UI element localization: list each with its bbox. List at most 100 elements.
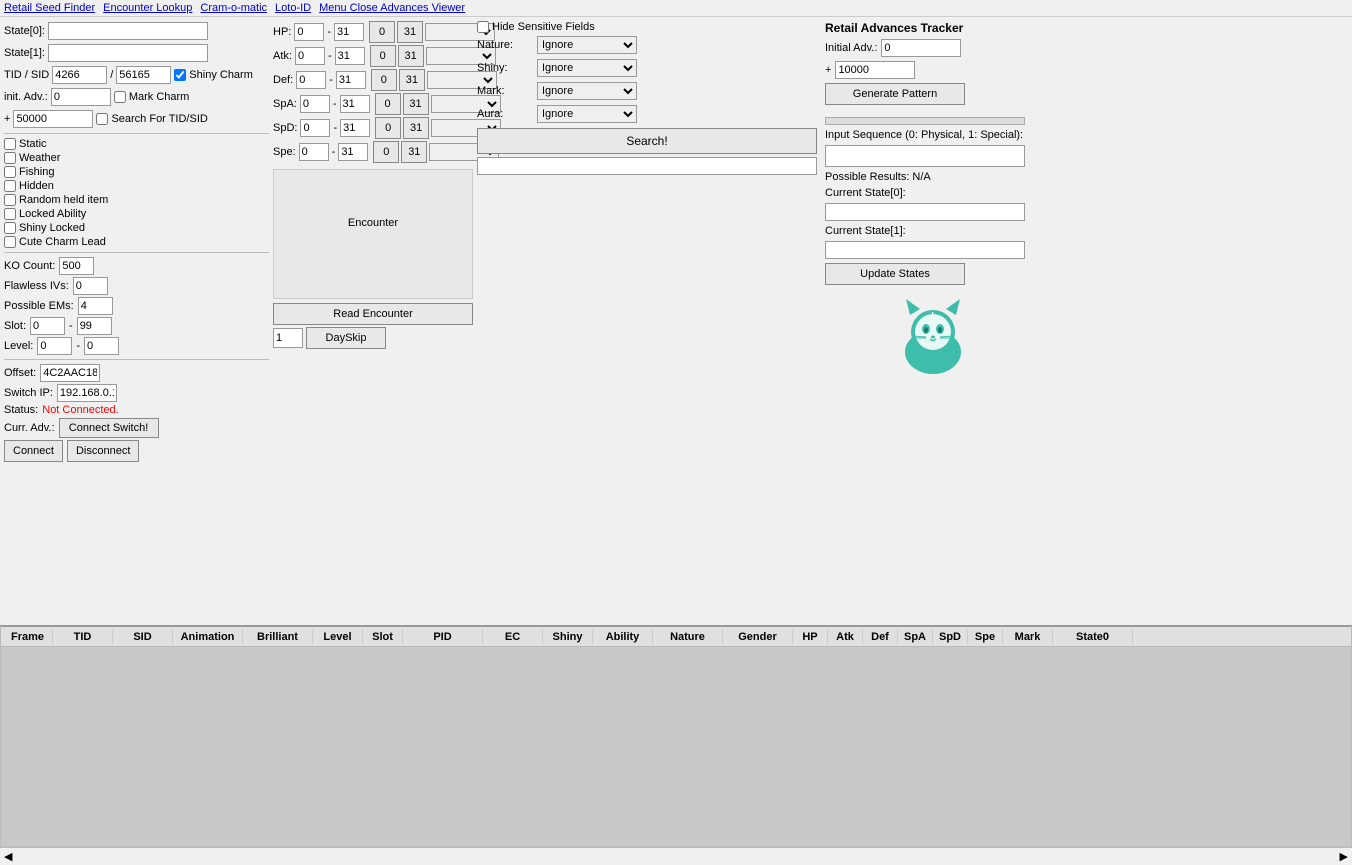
current-state1-input[interactable]: [825, 241, 1025, 259]
fishing-checkbox[interactable]: [4, 166, 16, 178]
shiny-row: Shiny: Ignore: [477, 59, 817, 77]
spd-iv-row: SpD: - 0 31: [273, 117, 473, 139]
spa-btn0[interactable]: 0: [375, 93, 401, 115]
hp-btn31[interactable]: 31: [397, 21, 423, 43]
fishing-row: Fishing: [4, 166, 269, 178]
offset-row: Offset:: [4, 364, 269, 382]
menu-loto-id[interactable]: Loto-ID: [275, 2, 311, 14]
cute-charm-checkbox[interactable]: [4, 236, 16, 248]
search-tid-sid-checkbox[interactable]: [96, 113, 108, 125]
random-held-checkbox[interactable]: [4, 194, 16, 206]
dayskip-count-input[interactable]: [273, 328, 303, 348]
spd-min-input[interactable]: [300, 119, 330, 137]
atk-btn31[interactable]: 31: [398, 45, 424, 67]
search-button[interactable]: Search!: [477, 128, 817, 154]
mark-select[interactable]: Ignore: [537, 82, 637, 100]
update-states-button[interactable]: Update States: [825, 263, 965, 285]
tracker-initial-adv-input[interactable]: [881, 39, 961, 57]
hp-sep: -: [327, 26, 331, 38]
scroll-right-arrow[interactable]: ▶: [1340, 850, 1348, 863]
search-bar-input[interactable]: [477, 157, 817, 175]
scroll-left-arrow[interactable]: ◀: [4, 850, 12, 863]
offset-input[interactable]: [40, 364, 100, 382]
hidden-checkbox[interactable]: [4, 180, 16, 192]
init-adv-row: init. Adv.: Mark Charm: [4, 87, 269, 107]
def-max-input[interactable]: [336, 71, 366, 89]
state0-input[interactable]: [48, 22, 208, 40]
th-slot: Slot: [363, 629, 403, 645]
th-ability: Ability: [593, 629, 653, 645]
hp-max-input[interactable]: [334, 23, 364, 41]
th-spd: SpD: [933, 629, 968, 645]
possible-ems-label: Possible EMs:: [4, 300, 74, 312]
read-encounter-button[interactable]: Read Encounter: [273, 303, 473, 325]
weather-checkbox[interactable]: [4, 152, 16, 164]
spe-min-input[interactable]: [299, 143, 329, 161]
def-min-input[interactable]: [296, 71, 326, 89]
hp-min-input[interactable]: [294, 23, 324, 41]
hp-btn0[interactable]: 0: [369, 21, 395, 43]
flawless-ivs-input[interactable]: [73, 277, 108, 295]
slot-max-input[interactable]: [77, 317, 112, 335]
spd-max-input[interactable]: [340, 119, 370, 137]
tracker-plus-input[interactable]: [835, 61, 915, 79]
sid-input[interactable]: [116, 66, 171, 84]
menu-close-advances[interactable]: Menu Close Advances Viewer: [319, 2, 465, 14]
generate-pattern-button[interactable]: Generate Pattern: [825, 83, 965, 105]
connect-switch-button[interactable]: Connect Switch!: [59, 418, 159, 438]
switch-ip-input[interactable]: [57, 384, 117, 402]
th-nature: Nature: [653, 629, 723, 645]
spe-btn31[interactable]: 31: [401, 141, 427, 163]
init-adv-input[interactable]: [51, 88, 111, 106]
current-state0-input[interactable]: [825, 203, 1025, 221]
atk-max-input[interactable]: [335, 47, 365, 65]
tid-input[interactable]: [52, 66, 107, 84]
spd-btn31[interactable]: 31: [403, 117, 429, 139]
spa-btn31[interactable]: 31: [403, 93, 429, 115]
slot-min-input[interactable]: [30, 317, 65, 335]
hide-sensitive-row: Hide Sensitive Fields: [477, 21, 817, 33]
disconnect-button[interactable]: Disconnect: [67, 440, 139, 462]
nature-select[interactable]: Ignore: [537, 36, 637, 54]
atk-btn0[interactable]: 0: [370, 45, 396, 67]
def-btn31[interactable]: 31: [399, 69, 425, 91]
shiny-charm-label: Shiny Charm: [189, 69, 253, 81]
atk-min-input[interactable]: [295, 47, 325, 65]
static-checkbox[interactable]: [4, 138, 16, 150]
def-btn0[interactable]: 0: [371, 69, 397, 91]
hidden-row: Hidden: [4, 180, 269, 192]
locked-ability-label: Locked Ability: [19, 208, 86, 220]
spd-btn0[interactable]: 0: [375, 117, 401, 139]
mark-charm-checkbox[interactable]: [114, 91, 126, 103]
possible-ems-input[interactable]: [78, 297, 113, 315]
state1-input[interactable]: [48, 44, 208, 62]
level-max-input[interactable]: [84, 337, 119, 355]
switch-ip-label: Switch IP:: [4, 387, 53, 399]
locked-ability-checkbox[interactable]: [4, 208, 16, 220]
spe-max-input[interactable]: [338, 143, 368, 161]
level-min-input[interactable]: [37, 337, 72, 355]
weather-label: Weather: [19, 152, 60, 164]
connect-button[interactable]: Connect: [4, 440, 63, 462]
spe-btn0[interactable]: 0: [373, 141, 399, 163]
aura-select[interactable]: Ignore: [537, 105, 637, 123]
table-body: [0, 647, 1352, 847]
menu-retail-seed[interactable]: Retail Seed Finder: [4, 2, 95, 14]
menu-encounter-lookup[interactable]: Encounter Lookup: [103, 2, 192, 14]
shiny-charm-checkbox[interactable]: [174, 69, 186, 81]
menu-cram-o-matic[interactable]: Cram-o-matic: [200, 2, 267, 14]
shiny-select[interactable]: Ignore: [537, 59, 637, 77]
dayskip-button[interactable]: DaySkip: [306, 327, 386, 349]
plus-input[interactable]: [13, 110, 93, 128]
shiny-locked-checkbox[interactable]: [4, 222, 16, 234]
hide-sensitive-checkbox[interactable]: [477, 21, 489, 33]
curr-adv-label: Curr. Adv.:: [4, 422, 55, 434]
th-frame: Frame: [3, 629, 53, 645]
ko-count-input[interactable]: [59, 257, 94, 275]
plus-label: +: [4, 113, 10, 125]
spa-min-input[interactable]: [300, 95, 330, 113]
spa-max-input[interactable]: [340, 95, 370, 113]
input-seq-input[interactable]: [825, 145, 1025, 167]
ko-count-label: KO Count:: [4, 260, 55, 272]
th-spa: SpA: [898, 629, 933, 645]
